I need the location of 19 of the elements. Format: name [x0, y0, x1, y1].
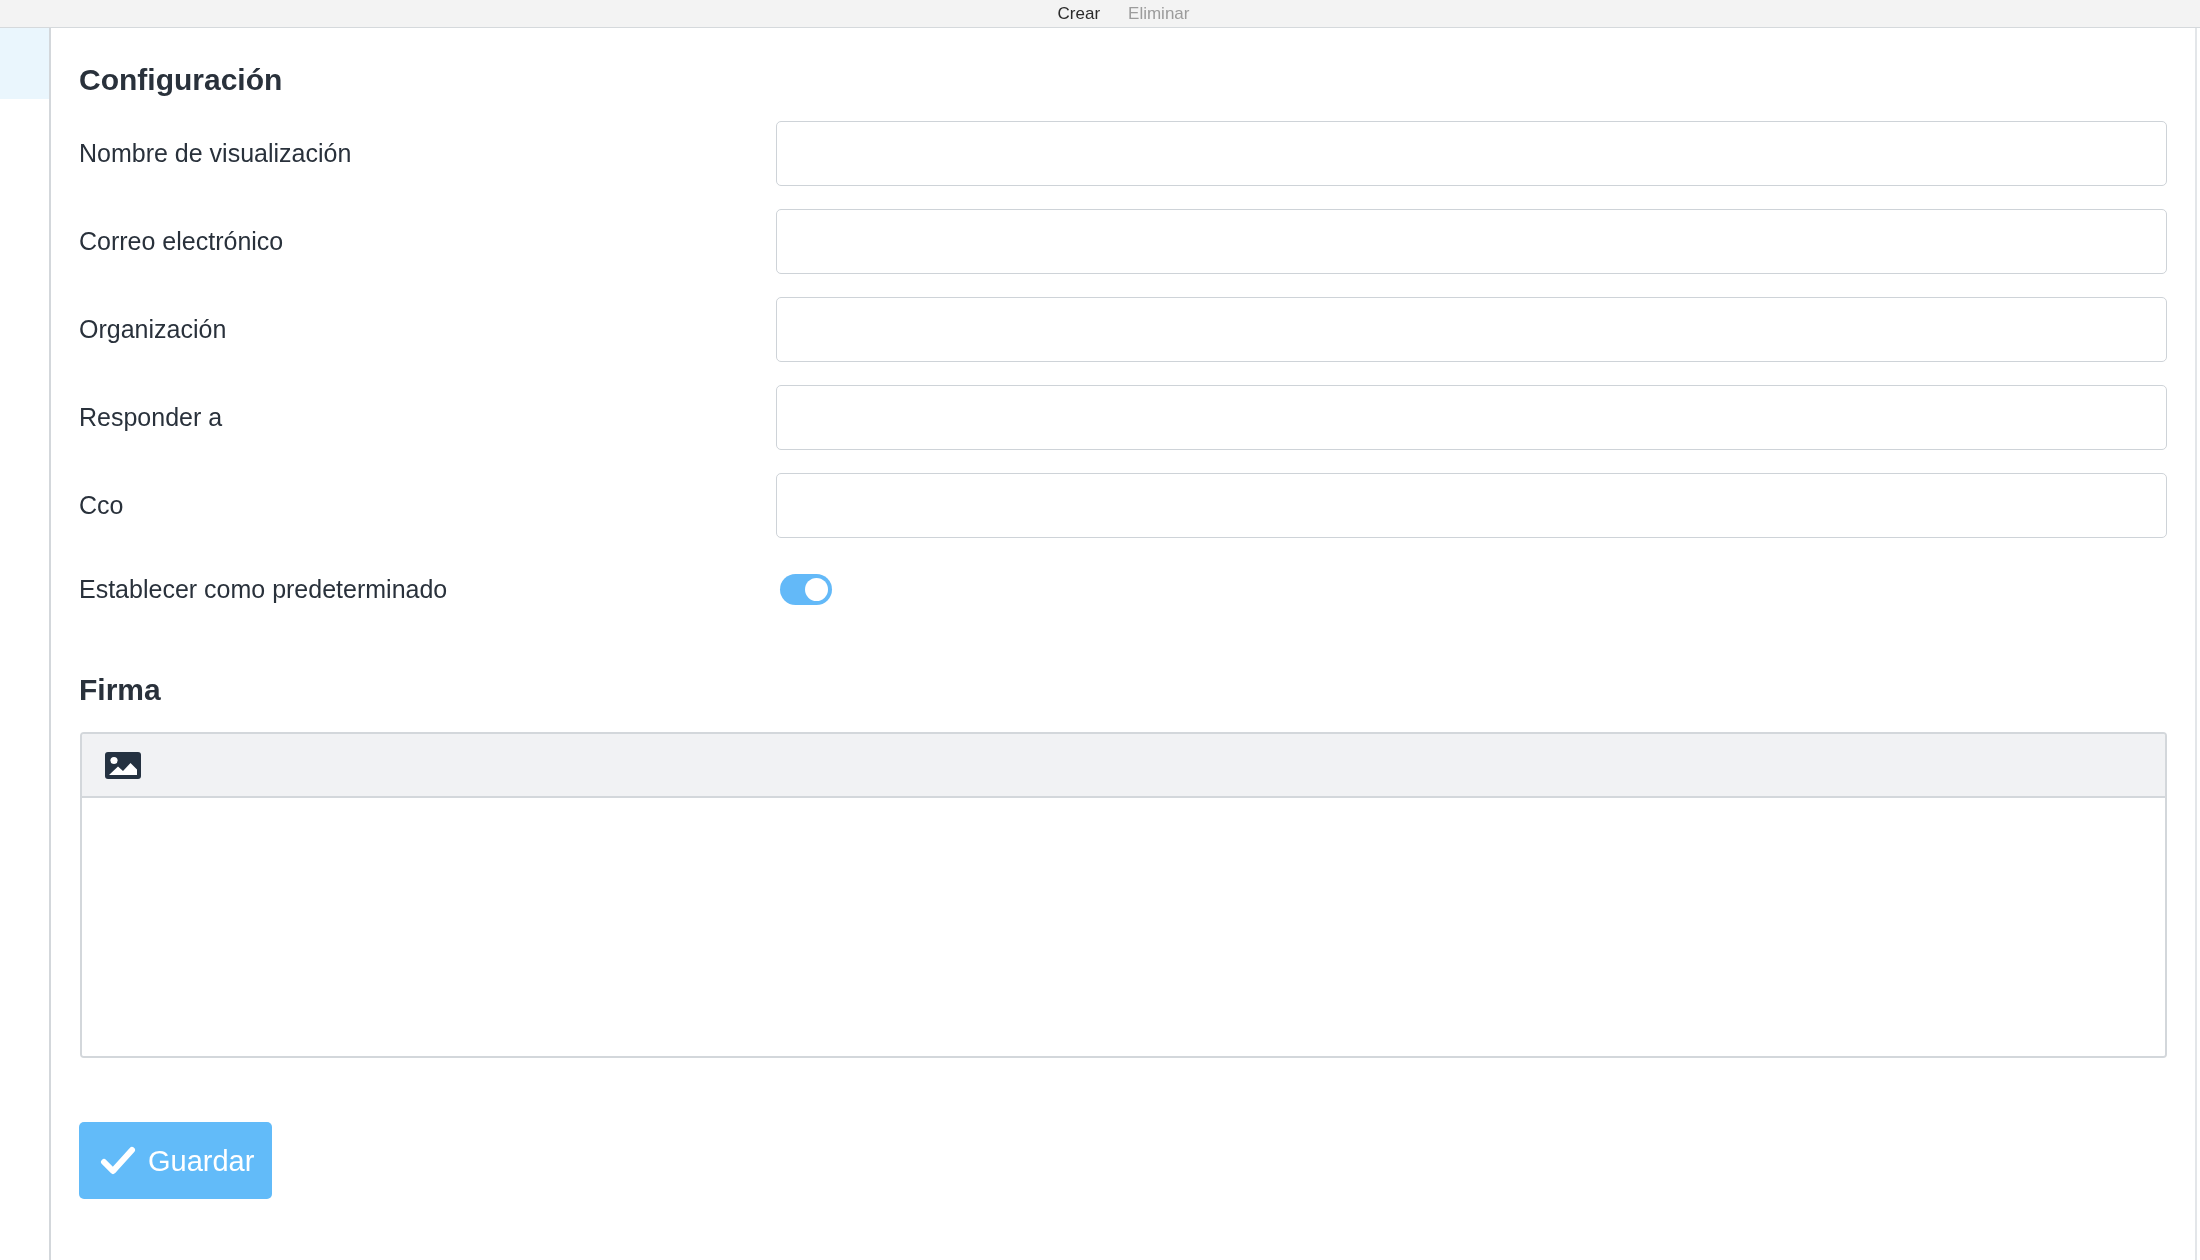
toggle-switch[interactable] [780, 573, 832, 605]
field-label: Responder a [79, 403, 223, 431]
input-field[interactable] [776, 121, 2167, 186]
input-field[interactable] [776, 297, 2167, 362]
field-label: Correo electrónico [79, 227, 284, 255]
section-heading: Firma [79, 672, 162, 708]
field-label: Organización [79, 315, 227, 343]
field-label: Nombre de visualización [79, 139, 352, 167]
toolbar-action[interactable]: Crear [1057, 3, 1101, 27]
check-icon [100, 1146, 136, 1175]
section-heading: Configuración [79, 62, 284, 98]
image-icon[interactable] [105, 751, 141, 779]
field-label: Cco [79, 491, 124, 519]
save-button[interactable]: Guardar [79, 1122, 272, 1199]
field-label: Establecer como predeterminado [79, 574, 448, 603]
input-field[interactable] [776, 473, 2167, 538]
sidebar-item[interactable] [0, 28, 49, 99]
input-field[interactable] [776, 209, 2167, 274]
input-field[interactable] [776, 385, 2167, 450]
